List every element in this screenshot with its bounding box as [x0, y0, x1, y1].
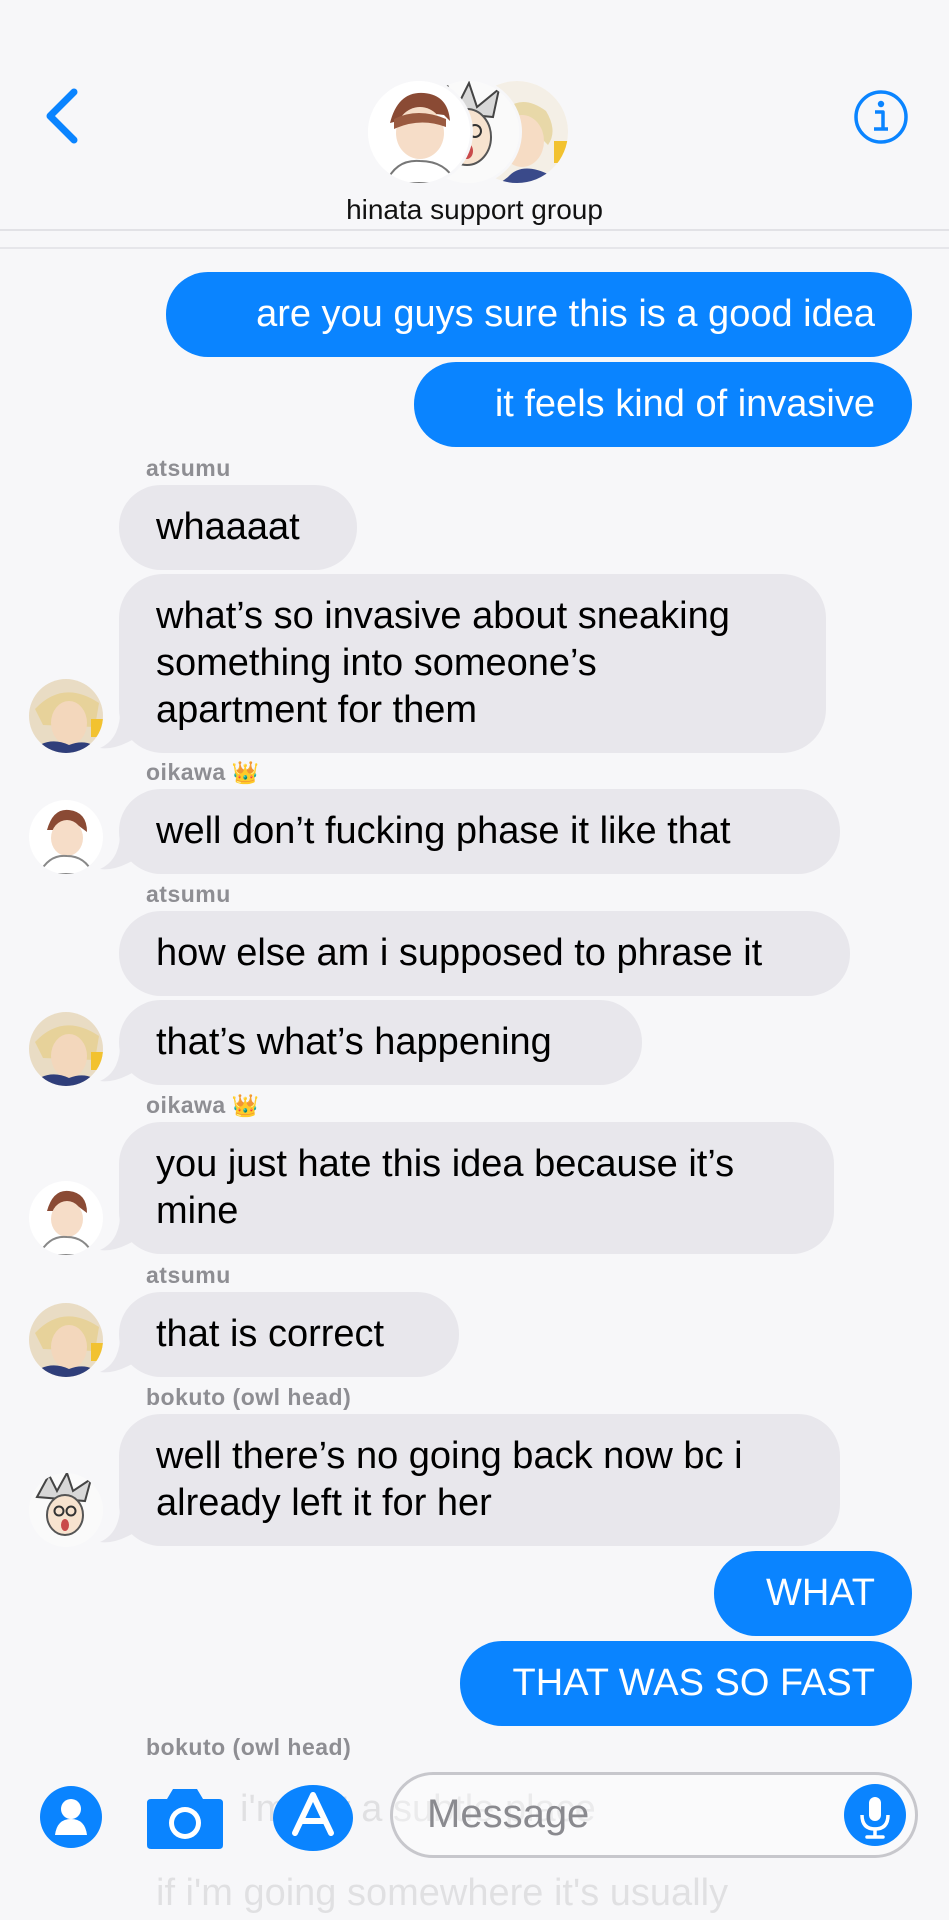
- sender-name: oikawa 👑: [146, 759, 260, 786]
- header-divider-secondary: [0, 247, 949, 249]
- crown-icon: 👑: [231, 1093, 260, 1118]
- message-bubble-incoming[interactable]: that is correct: [119, 1292, 459, 1377]
- message-text-line: apartment for them: [156, 689, 478, 731]
- message-text: how else am i supposed to phrase it: [156, 932, 763, 974]
- person-icon: [40, 1786, 102, 1848]
- avatar-atsumu-icon[interactable]: [29, 1012, 103, 1086]
- message-bubble-incoming[interactable]: well there’s no going back now bc i alre…: [119, 1414, 840, 1546]
- message-bubble-outgoing[interactable]: it feels kind of invasive: [414, 362, 912, 447]
- message-text: well don’t fucking phase it like that: [156, 810, 731, 852]
- message-text: that’s what’s happening: [156, 1021, 552, 1063]
- message-bubble-incoming[interactable]: you just hate this idea because it’s min…: [119, 1122, 834, 1254]
- bubble-tail: [100, 1340, 132, 1373]
- sender-name-text: oikawa: [146, 759, 226, 785]
- bubble-tail: [100, 1218, 132, 1251]
- conversation-header: hinata support group: [0, 0, 949, 232]
- app-store-icon: [273, 1785, 353, 1851]
- dictation-button[interactable]: [843, 1783, 907, 1852]
- message-text: it feels kind of invasive: [494, 383, 875, 425]
- avatar-atsumu-icon[interactable]: [29, 679, 103, 753]
- sender-name: bokuto (owl head): [146, 1734, 352, 1760]
- message-text-line: mine: [156, 1190, 239, 1232]
- sender-name: oikawa 👑: [146, 1092, 260, 1119]
- message-text: whaaaat: [156, 506, 300, 548]
- app-store-button[interactable]: [271, 1783, 355, 1858]
- bubble-tail: [100, 1049, 132, 1082]
- message-text-line: you just hate this idea because it’s: [156, 1143, 735, 1185]
- header-divider: [0, 229, 949, 231]
- message-bubble-incoming[interactable]: well don’t fucking phase it like that: [119, 789, 840, 874]
- bubble-tail: [100, 1510, 132, 1543]
- message-bubble-outgoing[interactable]: WHAT: [714, 1551, 912, 1636]
- bubble-tail: [100, 837, 132, 870]
- message-bubble-outgoing[interactable]: are you guys sure this is a good idea: [166, 272, 912, 357]
- back-button[interactable]: [38, 84, 94, 148]
- chevron-left-icon: [46, 88, 78, 144]
- message-text-line: already left it for her: [156, 1482, 492, 1524]
- sender-name-text: oikawa: [146, 1092, 226, 1118]
- avatar-bokuto-icon[interactable]: [29, 1473, 103, 1547]
- avatar-atsumu-icon[interactable]: [29, 1303, 103, 1377]
- sender-name: atsumu: [146, 881, 231, 907]
- info-button[interactable]: [853, 89, 909, 145]
- group-avatars[interactable]: [365, 78, 571, 186]
- message-input-placeholder: Message: [427, 1792, 590, 1836]
- message-bubble-outgoing[interactable]: THAT WAS SO FAST: [460, 1641, 912, 1726]
- message-bubble-incoming[interactable]: what’s so invasive about sneaking someth…: [119, 574, 826, 753]
- message-bubble-incoming[interactable]: whaaaat: [119, 485, 357, 570]
- bubble-tail: [100, 716, 132, 749]
- camera-button[interactable]: [145, 1783, 225, 1856]
- message-text: are you guys sure this is a good idea: [256, 293, 875, 335]
- group-name[interactable]: hinata support group: [0, 194, 949, 226]
- sender-name: bokuto (owl head): [146, 1384, 352, 1410]
- info-icon: [854, 90, 908, 144]
- sender-name: atsumu: [146, 1262, 231, 1288]
- avatar-oikawa-icon[interactable]: [29, 1181, 103, 1255]
- message-text: that is correct: [156, 1313, 385, 1355]
- sender-name: atsumu: [146, 455, 231, 481]
- crown-icon: 👑: [231, 760, 260, 785]
- obscured-message-text: if i'm going somewhere it's usually: [156, 1872, 729, 1914]
- message-bubble-incoming[interactable]: that’s what’s happening: [119, 1000, 642, 1085]
- message-input[interactable]: Message: [390, 1772, 918, 1858]
- message-bubble-incoming[interactable]: how else am i supposed to phrase it: [119, 911, 850, 996]
- avatar-oikawa-icon[interactable]: [29, 800, 103, 874]
- message-text-line: something into someone’s: [156, 642, 597, 684]
- message-text: WHAT: [765, 1572, 875, 1614]
- avatar-oikawa-icon: [365, 78, 473, 186]
- contact-button[interactable]: [39, 1785, 103, 1854]
- message-text: THAT WAS SO FAST: [512, 1662, 875, 1704]
- message-text-line: well there’s no going back now bc i: [156, 1435, 743, 1477]
- message-text-line: what’s so invasive about sneaking: [156, 595, 730, 637]
- camera-icon: [147, 1789, 223, 1849]
- microphone-icon: [844, 1784, 906, 1846]
